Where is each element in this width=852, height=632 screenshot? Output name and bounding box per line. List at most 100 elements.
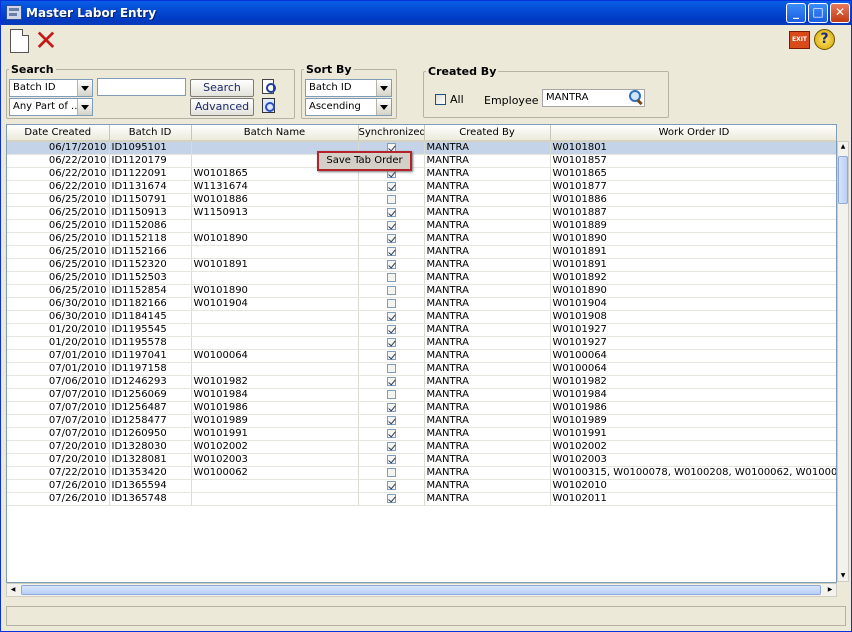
cell-date-created[interactable]: 06/25/2010 — [7, 232, 110, 246]
table-row[interactable]: 07/07/2010 ID1258477 W0101989 MANTRA W010198… — [7, 414, 836, 428]
cell-created-by[interactable]: MANTRA — [424, 310, 551, 324]
synchronized-checkbox[interactable] — [386, 194, 396, 204]
all-checkbox[interactable] — [435, 94, 446, 105]
chevron-down-icon[interactable] — [376, 99, 391, 115]
cell-created-by[interactable]: MANTRA — [424, 388, 551, 402]
synchronized-checkbox[interactable] — [386, 337, 396, 347]
cell-work-order-id[interactable]: W0101982 — [550, 375, 836, 389]
synchronized-checkbox[interactable] — [386, 350, 396, 360]
cell-batch-name[interactable] — [191, 323, 359, 337]
column-header-batch-id[interactable]: Batch ID — [109, 125, 192, 142]
table-row[interactable]: 06/25/2010 ID1150791 W0101886 MANTRA W010188… — [7, 193, 836, 207]
cell-work-order-id[interactable]: W0100064 — [550, 362, 836, 376]
cell-created-by[interactable]: MANTRA — [424, 440, 551, 454]
cell-date-created[interactable]: 06/30/2010 — [7, 310, 110, 324]
sort-order-combo[interactable]: Ascending — [305, 98, 392, 116]
cell-batch-name[interactable]: W0100062 — [191, 466, 359, 480]
sort-field-combo[interactable]: Batch ID — [305, 79, 392, 97]
cell-work-order-id[interactable]: W0101801 — [550, 141, 836, 155]
cell-work-order-id[interactable]: W0101892 — [550, 271, 836, 285]
table-row[interactable]: 07/26/2010 ID1365748 MANTRA W0102011 — [7, 492, 836, 506]
cell-work-order-id[interactable]: W0101891 — [550, 258, 836, 272]
cell-work-order-id[interactable]: W0101857 — [550, 154, 836, 168]
cell-work-order-id[interactable]: W0102003 — [550, 453, 836, 467]
cell-created-by[interactable]: MANTRA — [424, 375, 551, 389]
cell-batch-id[interactable]: ID1246293 — [109, 375, 192, 389]
cell-batch-name[interactable] — [191, 245, 359, 259]
cell-batch-id[interactable]: ID1152320 — [109, 258, 192, 272]
cell-batch-id[interactable]: ID1365594 — [109, 479, 192, 493]
synchronized-checkbox[interactable] — [386, 181, 396, 191]
cell-work-order-id[interactable]: W0101891 — [550, 245, 836, 259]
search-input[interactable] — [97, 78, 186, 96]
cell-batch-name[interactable]: W0101989 — [191, 414, 359, 428]
cell-date-created[interactable]: 07/01/2010 — [7, 362, 110, 376]
cell-created-by[interactable]: MANTRA — [424, 323, 551, 337]
cell-batch-name[interactable]: W0102002 — [191, 440, 359, 454]
synchronized-checkbox[interactable] — [386, 493, 396, 503]
cell-batch-name[interactable]: W0101890 — [191, 232, 359, 246]
synchronized-checkbox[interactable] — [386, 376, 396, 386]
cell-created-by[interactable]: MANTRA — [424, 284, 551, 298]
table-row[interactable]: 06/25/2010 ID1152503 MANTRA W0101892 — [7, 271, 836, 285]
cell-batch-name[interactable] — [191, 362, 359, 376]
synchronized-checkbox[interactable] — [386, 298, 396, 308]
vertical-scrollbar[interactable]: ▲ ▼ — [837, 141, 849, 582]
cell-created-by[interactable]: MANTRA — [424, 141, 551, 155]
cell-date-created[interactable]: 01/20/2010 — [7, 323, 110, 337]
horizontal-scrollbar[interactable]: ◀ ▶ — [6, 583, 837, 597]
synchronized-checkbox[interactable] — [386, 233, 396, 243]
cell-created-by[interactable]: MANTRA — [424, 336, 551, 350]
table-row[interactable]: 07/26/2010 ID1365594 MANTRA W0102010 — [7, 479, 836, 493]
cell-created-by[interactable]: MANTRA — [424, 479, 551, 493]
cell-batch-id[interactable]: ID1328081 — [109, 453, 192, 467]
table-row[interactable]: 07/20/2010 ID1328030 W0102002 MANTRA W010200… — [7, 440, 836, 454]
cell-date-created[interactable]: 06/25/2010 — [7, 206, 110, 220]
cell-work-order-id[interactable]: W0101927 — [550, 323, 836, 337]
scroll-left-icon[interactable]: ◀ — [7, 584, 19, 596]
synchronized-checkbox[interactable] — [386, 363, 396, 373]
cell-created-by[interactable]: MANTRA — [424, 167, 551, 181]
cell-date-created[interactable]: 07/20/2010 — [7, 440, 110, 454]
cell-batch-name[interactable]: W1150913 — [191, 206, 359, 220]
minimize-button[interactable]: _ — [786, 3, 806, 23]
advanced-button[interactable]: Advanced — [190, 98, 254, 116]
synchronized-checkbox[interactable] — [386, 259, 396, 269]
cell-batch-id[interactable]: ID1256487 — [109, 401, 192, 415]
cell-date-created[interactable]: 07/07/2010 — [7, 427, 110, 441]
cell-created-by[interactable]: MANTRA — [424, 401, 551, 415]
synchronized-checkbox[interactable] — [386, 480, 396, 490]
cell-work-order-id[interactable]: W0101991 — [550, 427, 836, 441]
vertical-scroll-thumb[interactable] — [838, 156, 848, 204]
cell-date-created[interactable]: 06/25/2010 — [7, 258, 110, 272]
cell-work-order-id[interactable]: W0101986 — [550, 401, 836, 415]
cell-date-created[interactable]: 07/20/2010 — [7, 453, 110, 467]
search-match-combo[interactable]: Any Part of ... — [9, 98, 93, 116]
cell-date-created[interactable]: 06/22/2010 — [7, 154, 110, 168]
exit-icon[interactable]: EXIT — [789, 31, 810, 49]
cell-created-by[interactable]: MANTRA — [424, 193, 551, 207]
cell-batch-name[interactable]: W0101991 — [191, 427, 359, 441]
cell-work-order-id[interactable]: W0102010 — [550, 479, 836, 493]
close-button[interactable]: ✕ — [830, 3, 850, 23]
delete-icon[interactable]: ✕ — [34, 27, 58, 55]
cell-work-order-id[interactable]: W0100315, W0100078, W0100208, W0100062, … — [550, 466, 836, 480]
cell-batch-name[interactable]: W0101984 — [191, 388, 359, 402]
synchronized-checkbox[interactable] — [386, 285, 396, 295]
cell-work-order-id[interactable]: W0101927 — [550, 336, 836, 350]
maximize-button[interactable]: □ — [808, 3, 828, 23]
table-row[interactable]: 07/20/2010 ID1328081 W0102003 MANTRA W010200… — [7, 453, 836, 467]
synchronized-checkbox[interactable] — [386, 246, 396, 256]
cell-batch-name[interactable]: W0100064 — [191, 349, 359, 363]
cell-batch-name[interactable] — [191, 219, 359, 233]
cell-date-created[interactable]: 01/20/2010 — [7, 336, 110, 350]
cell-batch-id[interactable]: ID1195545 — [109, 323, 192, 337]
cell-batch-id[interactable]: ID1131674 — [109, 180, 192, 194]
cell-work-order-id[interactable]: W0101904 — [550, 297, 836, 311]
cell-work-order-id[interactable]: W0101886 — [550, 193, 836, 207]
chevron-down-icon[interactable] — [77, 80, 92, 96]
cell-work-order-id[interactable]: W0101890 — [550, 232, 836, 246]
synchronized-checkbox[interactable] — [386, 441, 396, 451]
cell-date-created[interactable]: 07/07/2010 — [7, 414, 110, 428]
cell-batch-name[interactable] — [191, 271, 359, 285]
